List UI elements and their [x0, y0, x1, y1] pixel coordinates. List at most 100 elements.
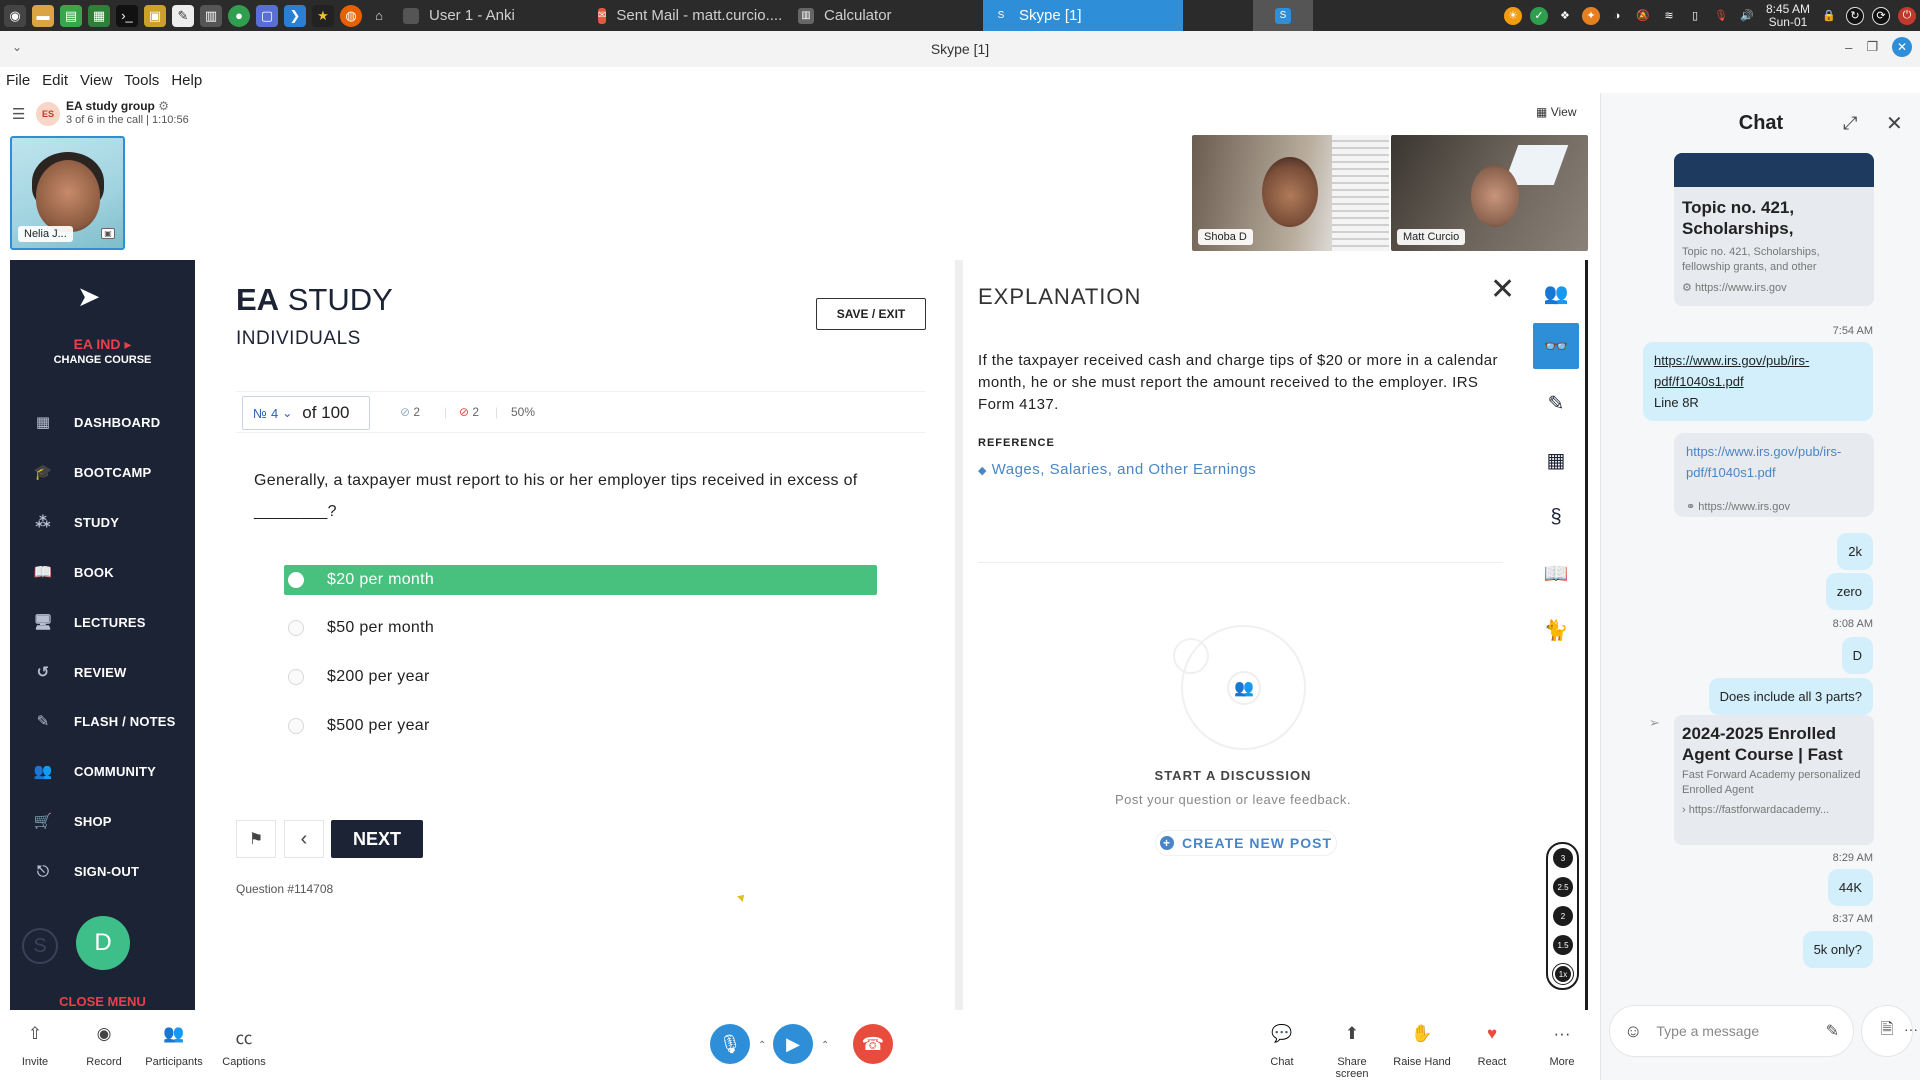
close-menu-link[interactable]: CLOSE MENU [10, 994, 195, 1009]
answer-option-1[interactable]: $20 per month [284, 565, 877, 595]
message-bubble[interactable]: zero [1825, 573, 1873, 610]
nav-dashboard[interactable]: ▦ DASHBOARD [32, 412, 160, 432]
task-skype[interactable]: S Skype [1] [983, 0, 1183, 31]
nav-lectures[interactable]: 🖥 LECTURES [32, 612, 146, 632]
more-options-icon[interactable]: ··· [1904, 1021, 1918, 1037]
message-bubble[interactable]: Does include all 3 parts? [1708, 678, 1873, 715]
view-layout-button[interactable]: ▦ View [1536, 105, 1576, 119]
create-new-post-button[interactable]: + CREATE NEW POST [1155, 830, 1337, 856]
wifi-icon[interactable]: ≋ [1660, 7, 1678, 25]
group-avatar[interactable]: ES [36, 102, 60, 126]
settings-gear-icon[interactable]: ⚙ [158, 99, 169, 113]
notes-app-icon[interactable]: ✎ [172, 4, 194, 27]
tray-app-icon[interactable]: ✦ [1581, 6, 1600, 25]
power-icon[interactable]: ⏻ [1898, 6, 1916, 25]
skype-user-icon[interactable]: S [22, 928, 58, 964]
next-button[interactable]: NEXT [331, 820, 423, 858]
video-tile-shoba[interactable]: Shoba D [1192, 135, 1389, 251]
preview-link[interactable]: https://www.irs.gov/pub/irs-pdf/f1040s1.… [1686, 441, 1862, 483]
minimize-icon[interactable]: – [1845, 40, 1852, 55]
clock[interactable]: 8:45 AM Sun-01 [1766, 2, 1810, 29]
tray-app2-icon[interactable]: ◑ [1608, 7, 1626, 25]
group-name[interactable]: EA study group ⚙ [66, 99, 169, 113]
expand-icon[interactable]: ⤢ [1843, 113, 1857, 134]
animal-tool-icon[interactable]: 🐈 [1533, 607, 1579, 653]
message-bubble[interactable]: 5k only? [1802, 931, 1873, 968]
speed-option-2-5[interactable]: 2.5 [1553, 877, 1573, 897]
nav-bootcamp[interactable]: 🎓 BOOTCAMP [32, 462, 152, 482]
message-bubble[interactable]: D [1841, 637, 1873, 674]
microphone-button[interactable]: 🎙 [710, 1024, 750, 1064]
react-button[interactable]: ♥ React [1462, 1024, 1522, 1068]
speed-option-1x[interactable]: 1x [1552, 963, 1574, 985]
self-video-tile[interactable]: Nelia J... ▣ [10, 136, 125, 250]
user-avatar[interactable]: D [76, 916, 130, 970]
home-icon[interactable]: ⌂ [368, 5, 390, 27]
chevron-down-icon[interactable]: ⌄ [12, 40, 22, 54]
volume-icon[interactable]: 🔊 [1738, 7, 1756, 25]
task-skype-second[interactable]: S [1253, 0, 1313, 31]
answer-option-2[interactable]: $50 per month [284, 613, 877, 643]
reference-link[interactable]: ◆ Wages, Salaries, and Other Earnings [978, 461, 1256, 478]
section-tool-icon[interactable]: § [1533, 494, 1579, 540]
nav-book[interactable]: 📖 BOOK [32, 562, 114, 582]
menu-view[interactable]: View [80, 72, 112, 89]
task-mail[interactable]: ✉ Sent Mail - matt.curcio.... [588, 0, 788, 31]
chevron-up-icon[interactable]: ⌃ [821, 1040, 829, 1051]
more-button[interactable]: ··· More [1532, 1024, 1592, 1068]
sync-icon[interactable]: ⟳ [1872, 6, 1890, 25]
notifications-off-icon[interactable]: 🔕 [1634, 7, 1652, 25]
star-app-icon[interactable]: ★ [312, 4, 334, 27]
course-logo-icon[interactable]: ➤ [77, 280, 100, 313]
message-link[interactable]: https://www.irs.gov/pub/irs-pdf/f1040s1.… [1654, 353, 1809, 389]
link-preview-card[interactable]: https://www.irs.gov/pub/irs-pdf/f1040s1.… [1674, 433, 1874, 517]
emoji-icon[interactable]: ☺ [1624, 1021, 1642, 1042]
answer-option-3[interactable]: $200 per year [284, 662, 877, 692]
close-icon[interactable]: ✕ [1886, 111, 1903, 136]
explanation-tool-icon[interactable]: 👓 [1533, 323, 1579, 369]
panel-resize-handle[interactable] [955, 260, 963, 1010]
maximize-icon[interactable]: ❐ [1866, 39, 1878, 55]
participants-button[interactable]: 👥 Participants [144, 1024, 204, 1068]
lock-app-icon[interactable]: ▣ [144, 4, 166, 27]
menu-file[interactable]: File [6, 72, 30, 89]
folder-icon[interactable]: ▬ [32, 4, 54, 27]
course-name[interactable]: EA IND ▸ [10, 336, 195, 353]
sheet-app-icon[interactable]: ▤ [60, 4, 82, 27]
screenshot-app-icon[interactable]: ▢ [256, 4, 278, 27]
chevron-up-icon[interactable]: ⌃ [758, 1040, 766, 1051]
invite-button[interactable]: ⇧ Invite [5, 1024, 65, 1068]
firefox-icon[interactable]: ◍ [340, 4, 362, 27]
video-tile-matt[interactable]: Matt Curcio [1391, 135, 1588, 251]
grid-app-icon[interactable]: ▦ [88, 4, 110, 27]
refresh-icon[interactable]: ↻ [1846, 6, 1864, 25]
menu-help[interactable]: Help [171, 72, 202, 89]
nav-review[interactable]: ↺ REVIEW [32, 662, 127, 682]
change-course-link[interactable]: CHANGE COURSE [10, 354, 195, 366]
message-bubble[interactable]: https://www.irs.gov/pub/irs-pdf/f1040s1.… [1643, 342, 1873, 421]
message-input[interactable]: ☺ Type a message ✎ [1609, 1005, 1854, 1057]
book-tool-icon[interactable]: 📖 [1533, 550, 1579, 596]
speed-option-1-5[interactable]: 1.5 [1553, 935, 1573, 955]
notes-tool-icon[interactable]: ✎ [1533, 380, 1579, 426]
calc-app-icon[interactable]: ▥ [200, 4, 222, 27]
end-call-button[interactable]: ☎ [853, 1024, 893, 1064]
share-screen-button[interactable]: ⬆ Share screen [1322, 1024, 1382, 1080]
message-bubble[interactable]: 2k [1837, 533, 1873, 570]
previous-button[interactable]: ‹ [284, 820, 324, 858]
record-button[interactable]: ◉ Record [74, 1024, 134, 1068]
clipboard-icon[interactable]: ▯ [1686, 7, 1704, 25]
close-icon[interactable]: ✕ [1490, 272, 1515, 307]
speed-option-2[interactable]: 2 [1553, 906, 1573, 926]
answer-option-4[interactable]: $500 per year [284, 711, 877, 741]
raise-hand-button[interactable]: ✋ Raise Hand [1392, 1024, 1452, 1068]
camera-icon[interactable]: ▣ [101, 228, 115, 239]
menu-tools[interactable]: Tools [124, 72, 159, 89]
chrome-icon[interactable]: ● [228, 4, 250, 27]
task-anki[interactable]: User 1 - Anki [393, 0, 588, 31]
nav-shop[interactable]: 🛒 SHOP [32, 811, 112, 831]
question-number-select[interactable]: № 4 ⌄ of 100 [242, 396, 370, 430]
nav-sign-out[interactable]: ⎋ SIGN-OUT [32, 861, 139, 881]
vscode-icon[interactable]: ❯ [284, 4, 306, 27]
lock-icon[interactable]: 🔒 [1820, 7, 1838, 25]
